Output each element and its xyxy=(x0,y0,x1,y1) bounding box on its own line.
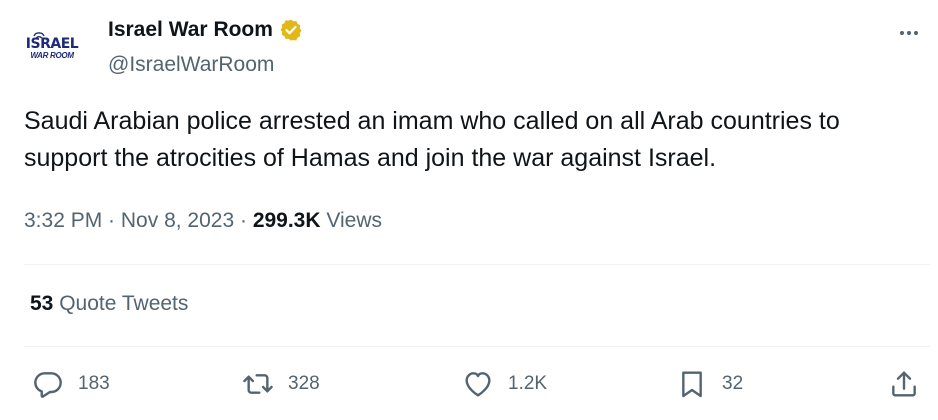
share-icon xyxy=(892,371,916,397)
views-count: 299.3K xyxy=(252,209,321,232)
more-options-button[interactable] xyxy=(894,18,924,48)
action-bar: 183 328 1.2K 32 xyxy=(0,364,938,404)
display-name[interactable]: Israel War Room xyxy=(108,18,273,42)
quote-label: Quote Tweets xyxy=(53,292,189,315)
meta-separator: · xyxy=(102,209,121,232)
share-button[interactable] xyxy=(888,364,920,404)
bookmark-count: 32 xyxy=(722,373,744,394)
name-row: Israel War Room xyxy=(108,18,303,42)
tweet-time[interactable]: 3:32 PM xyxy=(24,209,102,233)
quote-tweets-link[interactable]: 53 Quote Tweets xyxy=(30,292,188,316)
views-label: Views xyxy=(320,209,383,232)
reply-count: 183 xyxy=(78,373,110,394)
tweet-text: Saudi Arabian police arrested an imam wh… xyxy=(24,107,840,172)
divider xyxy=(24,264,930,265)
retweet-button[interactable]: 328 xyxy=(242,364,320,404)
quote-count: 53 xyxy=(30,292,54,315)
meta-separator: · xyxy=(234,209,253,232)
retweet-count: 328 xyxy=(288,373,320,394)
avatar-logo-top: ISRAEL xyxy=(25,36,79,52)
bookmark-icon xyxy=(682,371,702,398)
avatar[interactable]: ISRAEL WAR ROOM xyxy=(24,18,80,74)
reply-icon xyxy=(34,372,62,398)
handle[interactable]: @IsraelWarRoom xyxy=(108,53,274,77)
bookmark-button[interactable]: 32 xyxy=(676,364,743,404)
divider xyxy=(24,346,930,347)
like-count: 1.2K xyxy=(508,373,548,394)
heart-icon xyxy=(465,372,491,397)
retweet-icon xyxy=(243,374,273,394)
tweet-meta: 3:32 PM · Nov 8, 2023 · 299.3K Views xyxy=(24,209,382,233)
tweet-date[interactable]: Nov 8, 2023 xyxy=(121,209,234,233)
reply-button[interactable]: 183 xyxy=(32,364,110,404)
more-dots-icon xyxy=(900,31,918,35)
tweet-header: ISRAEL WAR ROOM Israel War Room @IsraelW… xyxy=(24,14,930,84)
avatar-logo-bottom: WAR ROOM xyxy=(30,51,74,60)
verified-badge-icon[interactable] xyxy=(279,18,303,42)
like-button[interactable]: 1.2K xyxy=(462,364,547,404)
